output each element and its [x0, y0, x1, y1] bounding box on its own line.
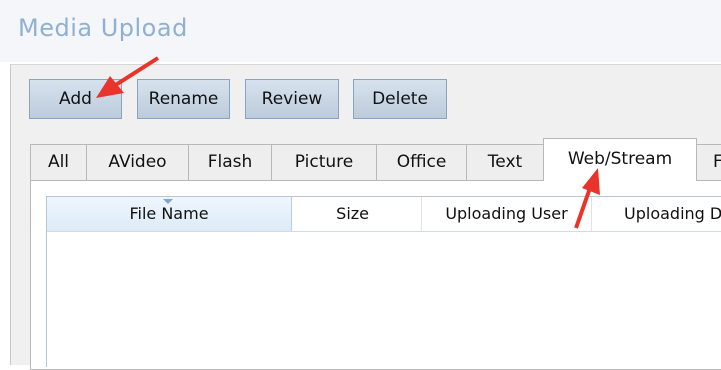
tab-all[interactable]: All — [30, 144, 87, 180]
column-header-uploading-user[interactable]: Uploading User — [422, 197, 592, 231]
rename-button[interactable]: Rename — [137, 79, 230, 119]
add-button[interactable]: Add — [29, 79, 122, 119]
sort-indicator-icon — [163, 199, 173, 204]
table-header: File Name Size Uploading User Uploading … — [47, 197, 721, 232]
column-header-file-name[interactable]: File Name — [47, 197, 292, 231]
tab-office[interactable]: Office — [376, 144, 467, 180]
tab-picture[interactable]: Picture — [271, 144, 377, 180]
review-button[interactable]: Review — [245, 79, 339, 119]
column-header-label: File Name — [129, 204, 209, 223]
tab-flash[interactable]: Flash — [188, 144, 272, 180]
column-header-size[interactable]: Size — [292, 197, 422, 231]
window-title: Media Upload — [18, 14, 188, 42]
tab-avideo[interactable]: AVideo — [86, 144, 189, 180]
tab-more[interactable]: F — [696, 144, 721, 180]
media-upload-window: Media Upload Add Rename Review Delete Al… — [0, 0, 721, 370]
delete-button[interactable]: Delete — [353, 79, 447, 119]
file-table: File Name Size Uploading User Uploading … — [46, 196, 721, 367]
tab-text[interactable]: Text — [466, 144, 544, 180]
media-type-tabs: All AVideo Flash Picture Office Text Web… — [30, 138, 721, 181]
column-header-uploading-date[interactable]: Uploading D — [592, 197, 721, 231]
tab-web-stream[interactable]: Web/Stream — [543, 138, 697, 181]
title-bar: Media Upload — [0, 0, 721, 62]
